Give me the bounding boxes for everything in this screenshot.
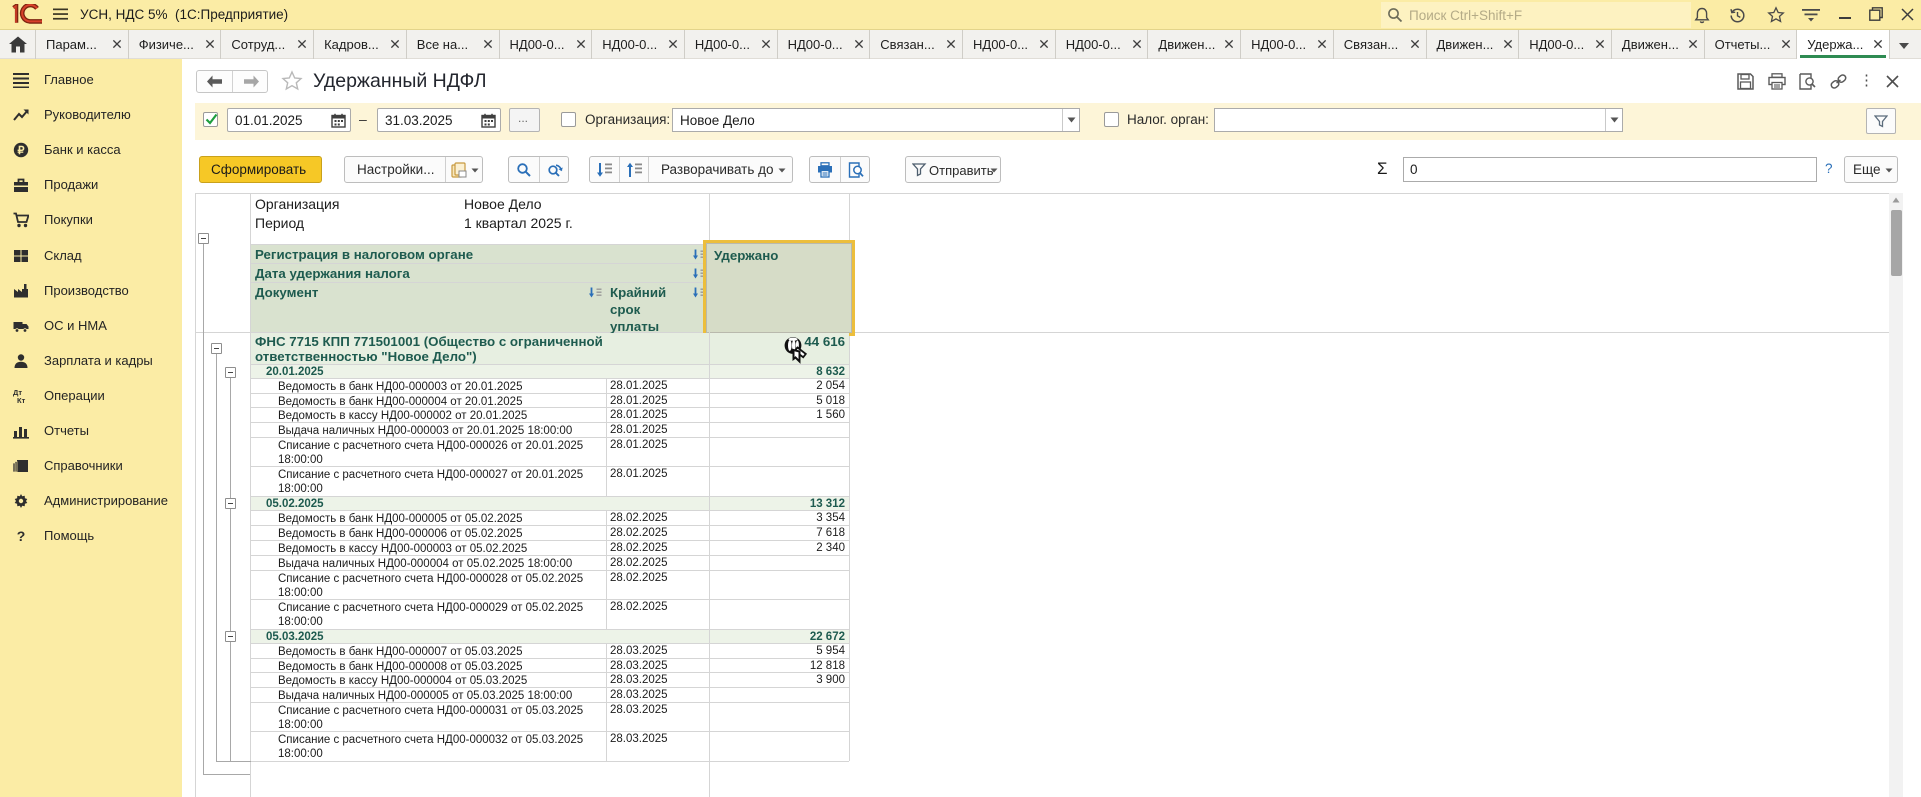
svg-text:Кт: Кт xyxy=(17,396,26,404)
svg-text:₽: ₽ xyxy=(18,145,25,157)
svg-text:?: ? xyxy=(17,528,26,544)
